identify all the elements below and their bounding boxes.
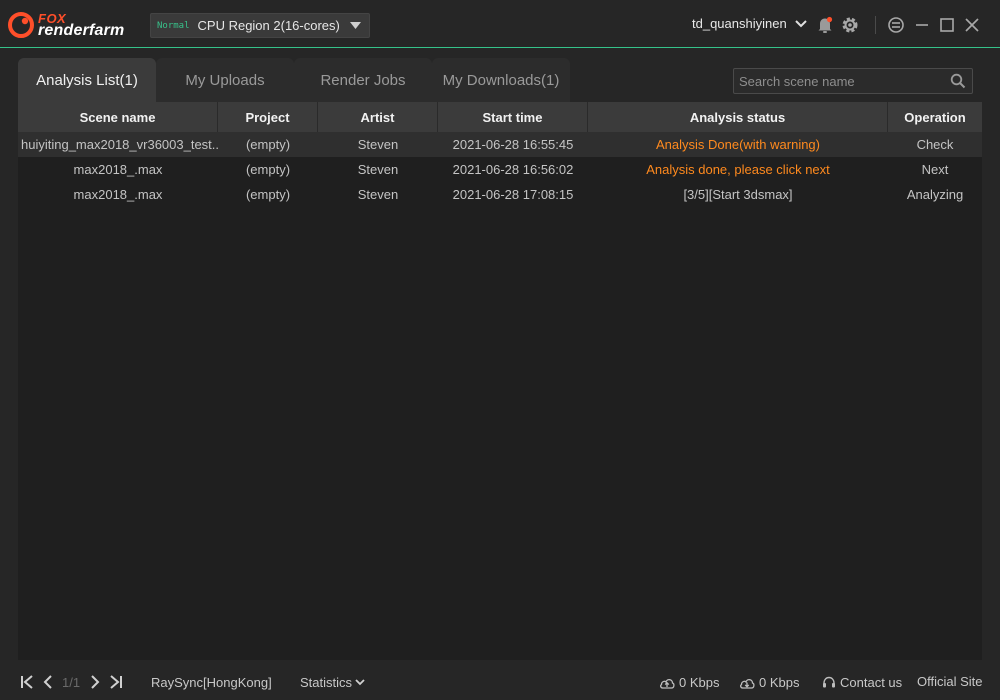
search-input[interactable]	[734, 69, 944, 93]
col-artist[interactable]: Artist	[318, 102, 438, 132]
minimize-icon[interactable]	[912, 15, 932, 35]
app-logo: FOX renderfarm	[8, 10, 133, 40]
cell-start-time: 2021-06-28 16:55:45	[452, 137, 574, 152]
headset-icon	[823, 676, 835, 687]
title-bar: FOX renderfarm Normal CPU Region 2(16-co…	[0, 0, 1000, 48]
first-page-icon[interactable]	[20, 674, 34, 690]
col-start-time[interactable]: Start time	[438, 102, 588, 132]
official-site-link[interactable]: Official Site	[917, 674, 983, 689]
region-badge: Normal	[157, 20, 190, 31]
brand-bottom: renderfarm	[38, 22, 125, 39]
title-divider	[875, 16, 876, 34]
table-header: Scene name Project Artist Start time Ana…	[18, 102, 982, 132]
page-indicator: 1/1	[62, 675, 81, 690]
chevron-down-icon	[355, 679, 365, 686]
last-page-icon[interactable]	[109, 674, 123, 690]
contact-us-link[interactable]: Contact us	[822, 675, 902, 690]
tab-render-jobs[interactable]: Render Jobs	[294, 58, 432, 102]
cell-analysis-status: [3/5][Start 3dsmax]	[683, 187, 793, 202]
contact-us-label: Contact us	[840, 675, 903, 690]
user-menu[interactable]: td_quanshiyinen	[692, 16, 807, 31]
tab-analysis-list[interactable]: Analysis List(1)	[18, 58, 156, 102]
menu-icon[interactable]	[886, 15, 906, 35]
search-box	[733, 68, 973, 94]
col-scene-name[interactable]: Scene name	[18, 102, 218, 132]
col-operation[interactable]: Operation	[888, 102, 982, 132]
region-label: CPU Region 2(16-cores)	[197, 18, 340, 33]
cell-scene-name: max2018_.max	[73, 187, 163, 202]
statistics-menu[interactable]: Statistics	[300, 675, 365, 690]
upload-speed: 0 Kbps	[659, 675, 719, 690]
cell-scene-name: huiyiting_max2018_vr36003_test...	[21, 137, 218, 152]
prev-page-icon[interactable]	[43, 674, 53, 690]
download-speed: 0 Kbps	[739, 675, 799, 690]
col-project[interactable]: Project	[218, 102, 318, 132]
transfer-line[interactable]: RaySync[HongKong]	[151, 675, 272, 690]
notification-bell-icon[interactable]	[815, 15, 835, 35]
main-tabs: Analysis List(1) My Uploads Render Jobs …	[18, 58, 570, 102]
cell-artist: Steven	[357, 162, 399, 177]
cell-project: (empty)	[245, 162, 291, 177]
cell-analysis-status: Analysis done, please click next	[646, 162, 830, 177]
region-dropdown[interactable]: Normal CPU Region 2(16-cores)	[150, 13, 370, 38]
analysis-table: Scene name Project Artist Start time Ana…	[18, 102, 982, 660]
cell-analysis-status: Analysis Done(with warning)	[655, 137, 820, 152]
tab-my-downloads[interactable]: My Downloads(1)	[432, 58, 570, 102]
cell-project: (empty)	[245, 137, 291, 152]
cell-artist: Steven	[357, 137, 399, 152]
cloud-upload-icon	[660, 678, 675, 689]
close-icon[interactable]	[962, 15, 982, 35]
cell-operation: Analyzing	[906, 187, 964, 202]
maximize-icon[interactable]	[937, 15, 957, 35]
fox-logo-icon	[8, 12, 34, 38]
next-page-icon[interactable]	[90, 674, 100, 690]
tab-my-uploads[interactable]: My Uploads	[156, 58, 294, 102]
statistics-label: Statistics	[300, 675, 353, 690]
cell-project: (empty)	[245, 187, 291, 202]
upload-speed-value: 0 Kbps	[679, 675, 720, 690]
check-link[interactable]: Check	[888, 132, 982, 157]
table-row[interactable]: huiyiting_max2018_vr36003_test... (empty…	[18, 132, 982, 157]
table-row[interactable]: max2018_.max (empty) Steven 2021-06-28 1…	[18, 182, 982, 207]
download-speed-value: 0 Kbps	[759, 675, 800, 690]
cloud-download-icon	[740, 678, 755, 689]
next-link[interactable]: Next	[888, 157, 982, 182]
cell-artist: Steven	[357, 187, 399, 202]
col-analysis-status[interactable]: Analysis status	[588, 102, 888, 132]
chevron-down-icon	[794, 19, 807, 27]
gear-icon[interactable]	[840, 15, 860, 35]
table-row[interactable]: max2018_.max (empty) Steven 2021-06-28 1…	[18, 157, 982, 182]
footer-bar: 1/1 RaySync[HongKong] Statistics 0 Kbps …	[0, 662, 1000, 700]
search-icon[interactable]	[950, 73, 966, 89]
username: td_quanshiyinen	[692, 16, 787, 31]
caret-down-icon	[350, 22, 361, 29]
cell-scene-name: max2018_.max	[73, 162, 163, 177]
cell-start-time: 2021-06-28 16:56:02	[452, 162, 574, 177]
cell-start-time: 2021-06-28 17:08:15	[452, 187, 574, 202]
